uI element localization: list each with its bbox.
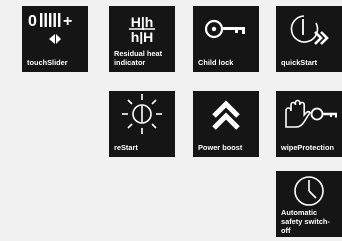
child-lock-label: Child lock (198, 58, 234, 67)
restart-label: reStart (114, 143, 138, 152)
residual-heat-tile[interactable]: H|h h|H Residual heat indicator (109, 6, 175, 72)
residual-heat-label: Residual heat indicator (114, 49, 163, 67)
auto-safety-tile[interactable]: Automatic safety switch-off (276, 171, 342, 237)
hand-key-icon (276, 91, 342, 137)
svg-text:+: + (63, 13, 72, 30)
power-boost-label: Power boost (198, 143, 243, 152)
clock-icon (276, 171, 342, 211)
power-boost-tile[interactable]: Power boost (193, 91, 259, 157)
auto-safety-label: Automatic safety switch-off (281, 208, 330, 235)
child-lock-tile[interactable]: Child lock (193, 6, 259, 72)
touch-slider-label: touchSlider (27, 58, 68, 67)
svg-text:0: 0 (28, 13, 37, 30)
key-icon (193, 6, 259, 52)
wipe-protection-label: wipeProtection (281, 143, 334, 152)
quick-start-tile[interactable]: quickStart (276, 6, 342, 72)
double-chevron-up-icon (193, 91, 259, 137)
residual-heat-glyph-top: H|h (131, 14, 154, 30)
residual-heat-icon: H|h h|H (109, 6, 175, 52)
quick-start-label: quickStart (281, 58, 318, 67)
power-fast-forward-icon (276, 6, 342, 52)
residual-heat-glyph-bottom: h|H (131, 29, 154, 44)
touch-slider-tile[interactable]: 0 + touchSlider (22, 6, 88, 72)
power-sun-icon (109, 91, 175, 137)
touch-slider-icon: 0 + (22, 6, 88, 52)
restart-tile[interactable]: reStart (109, 91, 175, 157)
wipe-protection-tile[interactable]: wipeProtection (276, 91, 342, 157)
